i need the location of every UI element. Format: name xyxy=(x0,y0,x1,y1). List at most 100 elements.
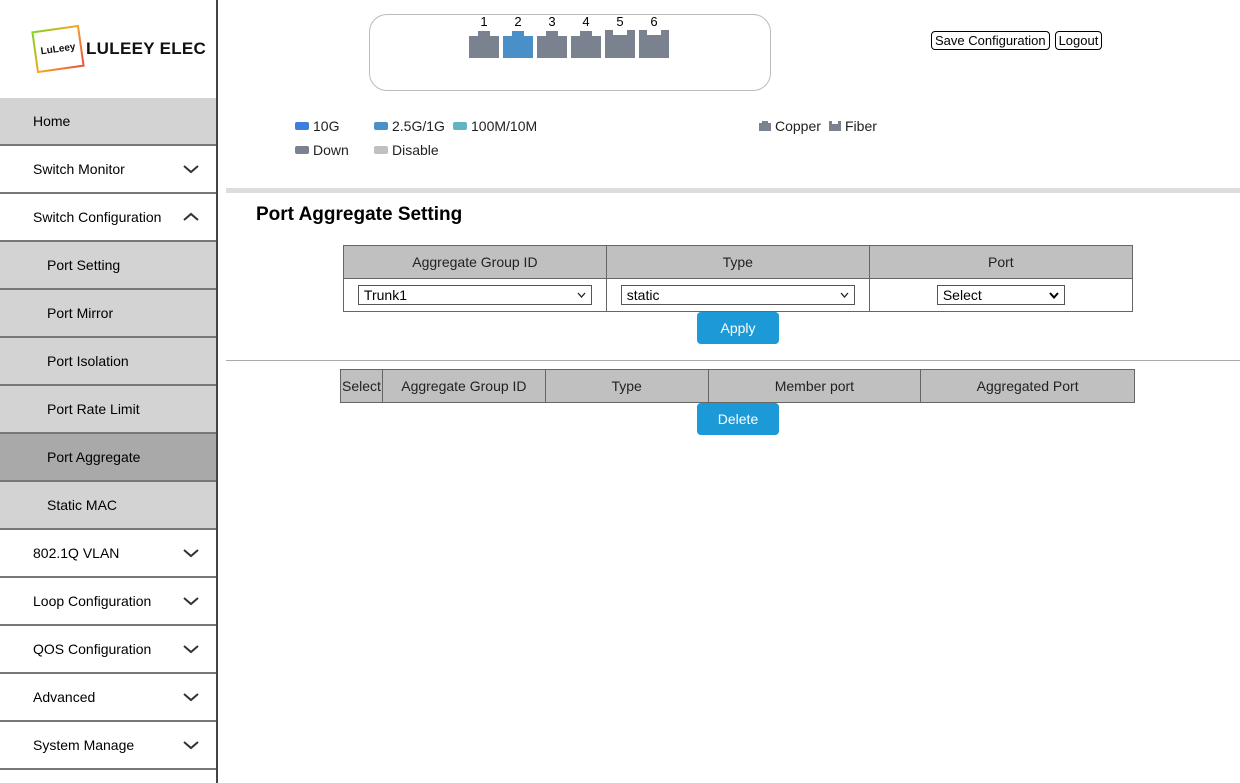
apply-button[interactable]: Apply xyxy=(697,312,779,344)
legend-label: Fiber xyxy=(845,118,877,134)
sidebar-item-label: Switch Configuration xyxy=(33,209,162,225)
logo-text: LULEEY ELEC xyxy=(86,39,207,58)
legend-fiber: Fiber xyxy=(829,118,877,134)
divider xyxy=(226,188,1240,193)
sidebar-item-static-mac[interactable]: Static MAC xyxy=(0,482,216,530)
legend-copper: Copper xyxy=(759,118,821,134)
table-row: Trunk1 static Select xyxy=(343,278,1134,312)
port-1-icon[interactable] xyxy=(469,30,499,58)
chevron-down-icon xyxy=(183,645,199,654)
header-actions: Save Configuration Logout xyxy=(931,31,1103,50)
copper-port-icon xyxy=(759,121,771,131)
sidebar-item-label: System Manage xyxy=(33,737,135,753)
port-number: 4 xyxy=(582,14,590,29)
save-configuration-button[interactable]: Save Configuration xyxy=(931,31,1050,50)
chevron-up-icon xyxy=(183,212,199,221)
sidebar-item-label: QOS Configuration xyxy=(33,641,152,657)
port-3-icon[interactable] xyxy=(537,30,567,58)
port-2-icon[interactable] xyxy=(503,30,533,58)
fiber-port-icon xyxy=(829,121,841,131)
column-header: Port xyxy=(868,245,1134,279)
sidebar-item-label: Port Setting xyxy=(47,257,121,273)
legend-100m: 100M/10M xyxy=(453,118,537,134)
page-title: Port Aggregate Setting xyxy=(256,204,463,225)
sidebar-item-label: Port Aggregate xyxy=(47,449,141,465)
sidebar-item-switch-configuration[interactable]: Switch Configuration xyxy=(0,194,216,242)
table-header-row: Select Aggregate Group ID Type Member po… xyxy=(340,369,1135,403)
legend-label: Copper xyxy=(775,118,821,134)
legend-2-5g: 2.5G/1G xyxy=(374,118,445,134)
aggregate-list-table: Select Aggregate Group ID Type Member po… xyxy=(340,369,1135,403)
select-value: Trunk1 xyxy=(363,287,407,303)
table-cell: Trunk1 xyxy=(343,278,607,312)
sidebar-item-system-manage[interactable]: System Manage xyxy=(0,722,216,770)
port-4-icon[interactable] xyxy=(571,30,601,58)
sidebar-item-label: Port Rate Limit xyxy=(47,401,140,417)
sidebar-item-8021q-vlan[interactable]: 802.1Q VLAN xyxy=(0,530,216,578)
sidebar-item-label: Port Isolation xyxy=(47,353,129,369)
sidebar-item-qos-configuration[interactable]: QOS Configuration xyxy=(0,626,216,674)
sidebar-item-port-mirror[interactable]: Port Mirror xyxy=(0,290,216,338)
sidebar: LuLeey LULEEY ELEC Home Switch Monitor S… xyxy=(0,0,218,783)
port-panel xyxy=(369,14,771,91)
delete-button[interactable]: Delete xyxy=(697,403,779,435)
type-select[interactable]: static xyxy=(620,285,855,305)
port-number: 3 xyxy=(548,14,556,29)
legend-10g: 10G xyxy=(295,118,339,134)
legend-label: Disable xyxy=(392,142,439,158)
sidebar-item-port-aggregate[interactable]: Port Aggregate xyxy=(0,434,216,482)
sidebar-item-port-setting[interactable]: Port Setting xyxy=(0,242,216,290)
column-header: Aggregate Group ID xyxy=(381,369,546,403)
page: LuLeey LULEEY ELEC Home Switch Monitor S… xyxy=(0,0,1240,783)
logo: LuLeey LULEEY ELEC xyxy=(0,0,216,98)
swatch-disable xyxy=(374,146,388,154)
sidebar-item-loop-configuration[interactable]: Loop Configuration xyxy=(0,578,216,626)
column-header: Aggregated Port xyxy=(920,369,1135,403)
sidebar-item-label: Advanced xyxy=(33,689,96,705)
port-number: 2 xyxy=(514,14,522,29)
legend-label: Down xyxy=(313,142,349,158)
select-value: static xyxy=(626,287,660,303)
column-header: Type xyxy=(544,369,709,403)
logout-button[interactable]: Logout xyxy=(1054,31,1103,50)
sidebar-item-port-isolation[interactable]: Port Isolation xyxy=(0,338,216,386)
swatch-100m xyxy=(453,122,467,130)
chevron-down-icon xyxy=(1049,291,1059,299)
chevron-down-icon xyxy=(183,165,199,174)
table-cell: Select xyxy=(868,278,1134,312)
sidebar-item-advanced[interactable]: Advanced xyxy=(0,674,216,722)
swatch-2-5g xyxy=(374,122,388,130)
column-header: Select xyxy=(340,369,383,403)
swatch-10g xyxy=(295,122,309,130)
legend-disable: Disable xyxy=(374,142,439,158)
column-header: Aggregate Group ID xyxy=(343,245,607,279)
sidebar-item-label: Loop Configuration xyxy=(33,593,152,609)
chevron-down-icon xyxy=(183,693,199,702)
port-number: 1 xyxy=(480,14,488,29)
chevron-down-icon xyxy=(183,597,199,606)
port-number: 5 xyxy=(616,14,624,29)
divider xyxy=(226,360,1240,361)
port-select[interactable]: Select xyxy=(936,285,1065,305)
aggregate-form-table: Aggregate Group ID Type Port Trunk1 stat… xyxy=(343,245,1134,312)
column-header: Type xyxy=(605,245,870,279)
port-6-icon[interactable] xyxy=(639,30,669,58)
sidebar-item-label: Port Mirror xyxy=(47,305,114,321)
sidebar-item-switch-monitor[interactable]: Switch Monitor xyxy=(0,146,216,194)
legend-label: 2.5G/1G xyxy=(392,118,445,134)
chevron-down-icon xyxy=(577,292,586,298)
chevron-down-icon xyxy=(183,549,199,558)
legend-label: 100M/10M xyxy=(471,118,538,134)
port-5-icon[interactable] xyxy=(605,30,635,58)
table-header-row: Aggregate Group ID Type Port xyxy=(343,245,1134,279)
sidebar-item-port-rate-limit[interactable]: Port Rate Limit xyxy=(0,386,216,434)
chevron-down-icon xyxy=(840,292,849,298)
sidebar-item-home[interactable]: Home xyxy=(0,98,216,146)
port-number: 6 xyxy=(650,14,658,29)
legend-label: 10G xyxy=(313,118,340,134)
legend-down: Down xyxy=(295,142,349,158)
sidebar-item-label: 802.1Q VLAN xyxy=(33,545,120,561)
column-header: Member port xyxy=(707,369,922,403)
sidebar-item-label: Switch Monitor xyxy=(33,161,125,177)
aggregate-group-select[interactable]: Trunk1 xyxy=(357,285,592,305)
